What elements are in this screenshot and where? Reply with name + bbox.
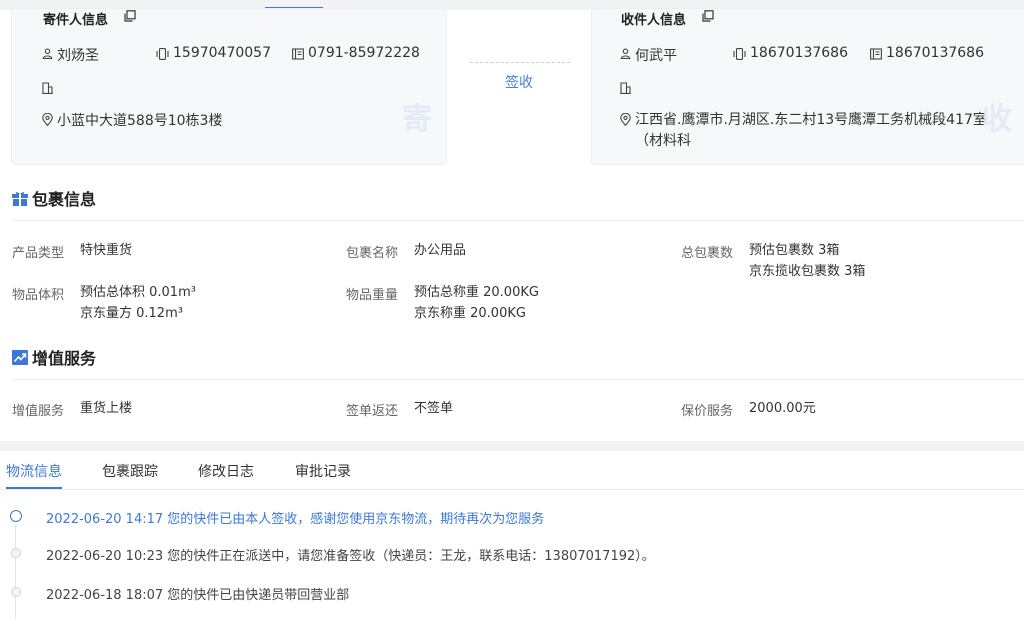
sender-name: 刘炀圣 — [57, 48, 99, 64]
insurance-value: 2000.00元 — [749, 401, 816, 416]
timeline-item: 2022-06-20 14:17 您的快件已由本人签收，感谢您使用京东物流，期待… — [46, 512, 545, 527]
return-label: 签单返还 — [346, 404, 399, 419]
mobile-phone-icon — [733, 48, 746, 60]
product-type-value: 特快重货 — [80, 243, 133, 258]
weight-estimated: 预估总称重 20.00KG — [414, 285, 539, 300]
package-section-title: 包裹信息 — [12, 186, 96, 210]
package-name-label: 包裹名称 — [346, 246, 399, 261]
copy-icon[interactable] — [702, 10, 714, 22]
weight-jd: 京东称重 20.00KG — [414, 306, 526, 321]
tab-logistics-info[interactable]: 物流信息 — [6, 461, 62, 481]
insurance-label: 保价服务 — [681, 404, 734, 419]
volume-jd: 京东量方 0.12m³ — [80, 306, 183, 321]
landline-phone-icon — [870, 48, 882, 60]
return-value: 不签单 — [414, 401, 454, 416]
route-connector — [470, 62, 570, 64]
timeline-dot — [11, 548, 21, 558]
receiver-mobile: 18670137686 — [750, 45, 848, 61]
sender-phone-field: 0791-85972228 — [292, 45, 420, 61]
location-pin-icon — [620, 113, 631, 126]
user-icon — [620, 48, 631, 59]
receiver-address-field: 江西省.鹰潭市.月湖区.东二村13号鹰潭工务机械段417室 （材料科 — [620, 110, 987, 152]
receiver-mobile-field: 18670137686 — [733, 45, 848, 61]
timeline-dot-current — [10, 510, 22, 522]
timeline-dot — [11, 587, 21, 597]
receiver-stamp: 收 — [982, 102, 1014, 137]
value-added-section-title-text: 增值服务 — [32, 349, 97, 368]
receiver-card: 收件人信息 何武平 18670137686 18670137686 江西省.鹰潭… — [591, 8, 1024, 165]
value-added-divider — [12, 379, 1024, 380]
trend-up-icon — [12, 349, 28, 365]
service-value: 重货上楼 — [80, 401, 133, 416]
volume-label: 物品体积 — [12, 288, 65, 303]
receiver-address-line1: 江西省.鹰潭市.月湖区.东二村13号鹰潭工务机械段417室 — [635, 112, 987, 128]
service-label: 增值服务 — [12, 404, 65, 419]
volume-value: 预估总体积 0.01m³ 京东量方 0.12m³ — [80, 282, 196, 324]
sender-name-field: 刘炀圣 — [42, 45, 99, 65]
delivery-status: 签收 — [505, 75, 533, 91]
tab-change-log[interactable]: 修改日志 — [198, 461, 254, 481]
weight-label: 物品重量 — [346, 288, 399, 303]
total-estimated: 预估包裹数 3箱 — [749, 243, 840, 258]
sender-card: 寄件人信息 刘炀圣 15970470057 0791-85972228 小蓝中大… — [11, 8, 447, 165]
receiver-title: 收件人信息 — [621, 13, 687, 28]
weight-value: 预估总称重 20.00KG 京东称重 20.00KG — [414, 282, 539, 324]
receiver-name: 何武平 — [635, 48, 677, 64]
landline-phone-icon — [292, 48, 304, 60]
building-icon — [42, 82, 53, 94]
package-icon — [12, 191, 28, 206]
sender-stamp: 寄 — [402, 102, 434, 137]
package-name-value: 办公用品 — [414, 243, 467, 258]
sender-address: 小蓝中大道588号10栋3楼 — [57, 113, 223, 129]
timeline-line — [15, 525, 16, 619]
location-pin-icon — [42, 113, 53, 126]
tab-package-tracking[interactable]: 包裹跟踪 — [102, 461, 158, 481]
volume-estimated: 预估总体积 0.01m³ — [80, 285, 196, 300]
receiver-phone: 18670137686 — [886, 45, 984, 61]
product-type-label: 产品类型 — [12, 246, 65, 261]
user-icon — [42, 48, 53, 59]
total-packages-label: 总包裹数 — [681, 246, 734, 261]
copy-icon[interactable] — [124, 10, 136, 22]
total-packages-value: 预估包裹数 3箱 京东揽收包裹数 3箱 — [749, 240, 865, 282]
package-section-title-text: 包裹信息 — [32, 190, 97, 209]
sender-phone: 0791-85972228 — [308, 45, 420, 61]
active-tab-underline — [6, 487, 62, 489]
section-separator — [0, 441, 1024, 451]
receiver-phone-field: 18670137686 — [870, 45, 984, 61]
receiver-name-field: 何武平 — [620, 45, 677, 65]
building-icon — [620, 82, 631, 94]
package-divider — [12, 220, 1024, 221]
sender-address-field: 小蓝中大道588号10栋3楼 — [42, 110, 222, 130]
tab-approval-records[interactable]: 审批记录 — [295, 461, 351, 481]
receiver-company-field — [620, 79, 635, 94]
sender-mobile-field: 15970470057 — [156, 45, 271, 61]
sender-company-field — [42, 79, 57, 94]
value-added-section-title: 增值服务 — [12, 345, 96, 369]
receiver-address-line2: （材料科 — [635, 133, 691, 149]
sender-title: 寄件人信息 — [43, 13, 109, 28]
sender-mobile: 15970470057 — [173, 45, 271, 61]
logistics-tabs: 物流信息 包裹跟踪 修改日志 审批记录 — [0, 451, 1024, 490]
total-collected: 京东揽收包裹数 3箱 — [749, 264, 866, 279]
timeline-item: 2022-06-20 10:23 您的快件正在派送中，请您准备签收（快递员：王龙… — [46, 549, 655, 564]
timeline-item: 2022-06-18 18:07 您的快件已由快递员带回营业部 — [46, 588, 350, 603]
mobile-phone-icon — [156, 48, 169, 60]
